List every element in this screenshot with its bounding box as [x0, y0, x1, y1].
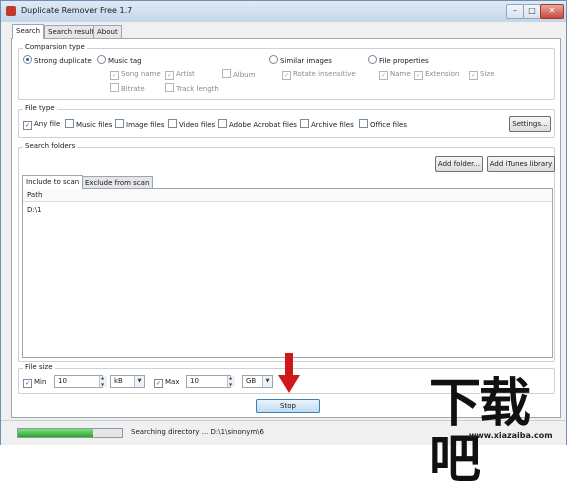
add-itunes-library-button[interactable]: Add iTunes library	[487, 156, 555, 172]
bitrate-checkbox[interactable]: Bitrate	[110, 83, 145, 93]
any-file-checkbox[interactable]: ✓ Any file	[23, 119, 60, 130]
search-folders-title: Search folders	[23, 142, 78, 150]
adobe-acrobat-files-checkbox[interactable]: Adobe Acrobat files	[218, 119, 297, 129]
archive-files-checkbox[interactable]: Archive files	[300, 119, 354, 129]
video-files-checkbox[interactable]: Video files	[168, 119, 215, 129]
max-size-input[interactable]: 10	[186, 375, 231, 388]
tab-search[interactable]: Search	[12, 24, 45, 39]
progress-fill	[18, 429, 93, 437]
app-icon	[6, 6, 16, 16]
radio-selected-icon	[23, 55, 32, 64]
file-size-title: File size	[23, 363, 55, 371]
extension-checkbox[interactable]: ✓ Extension	[414, 69, 459, 80]
chevron-down-icon: ▼	[262, 376, 272, 387]
radio-icon	[269, 55, 278, 64]
checkbox-icon	[359, 119, 368, 128]
checkbox-icon	[165, 83, 174, 92]
min-unit-select[interactable]: kB ▼	[110, 375, 145, 388]
check-icon: ✓	[379, 71, 388, 80]
list-item[interactable]: D:\1	[27, 206, 42, 214]
office-files-checkbox[interactable]: Office files	[359, 119, 407, 129]
check-icon: ✓	[414, 71, 423, 80]
radio-icon	[97, 55, 106, 64]
checkbox-icon	[218, 119, 227, 128]
max-size-checkbox[interactable]: ✓ Max	[154, 377, 179, 388]
track-length-checkbox[interactable]: Track length	[165, 83, 219, 93]
min-size-spinner-icon[interactable]	[99, 375, 107, 387]
maximize-button[interactable]: □	[523, 4, 541, 19]
close-button[interactable]: ✕	[540, 4, 564, 19]
similar-images-radio[interactable]: Similar images	[269, 55, 332, 65]
add-folder-button[interactable]: Add folder...	[435, 156, 483, 172]
progress-bar	[17, 428, 123, 438]
check-icon: ✓	[165, 71, 174, 80]
file-properties-radio[interactable]: File properties	[368, 55, 429, 65]
tab-search-result[interactable]: Search result	[44, 25, 99, 38]
artist-checkbox[interactable]: ✓ Artist	[165, 69, 195, 80]
radio-icon	[368, 55, 377, 64]
check-icon: ✓	[23, 121, 32, 130]
check-icon: ✓	[469, 71, 478, 80]
song-name-checkbox[interactable]: ✓ Song name	[110, 69, 161, 80]
stop-button[interactable]: Stop	[256, 399, 320, 413]
min-size-checkbox[interactable]: ✓ Min	[23, 377, 46, 388]
checkbox-icon	[300, 119, 309, 128]
comparison-type-title: Comparsion type	[23, 43, 87, 51]
tab-about[interactable]: About	[93, 25, 122, 38]
watermark-logo: 下载吧 www.xiazaiba.com	[429, 376, 564, 488]
red-arrow-icon	[278, 353, 300, 393]
image-files-checkbox[interactable]: Image files	[115, 119, 164, 129]
window-title: Duplicate Remover Free 1.7	[21, 6, 133, 15]
check-icon: ✓	[110, 71, 119, 80]
comparison-type-group: Comparsion type Strong duplicate Music t…	[18, 43, 555, 100]
name-checkbox[interactable]: ✓ Name	[379, 69, 411, 80]
watermark-url: www.xiazaiba.com	[469, 431, 553, 440]
checkbox-icon	[168, 119, 177, 128]
checkbox-icon	[110, 83, 119, 92]
check-icon: ✓	[23, 379, 32, 388]
checkbox-icon	[115, 119, 124, 128]
tab-include-to-scan[interactable]: Include to scan	[22, 175, 84, 189]
chevron-down-icon: ▼	[134, 376, 144, 387]
max-unit-select[interactable]: GB ▼	[242, 375, 273, 388]
checkbox-icon	[222, 69, 231, 78]
title-bar: Duplicate Remover Free 1.7 – □ ✕	[1, 1, 566, 22]
file-type-title: File type	[23, 104, 57, 112]
file-type-group: File type ✓ Any file Music files Image fi…	[18, 104, 555, 138]
check-icon: ✓	[282, 71, 291, 80]
size-checkbox[interactable]: ✓ Size	[469, 69, 494, 80]
max-size-spinner-icon[interactable]	[227, 375, 235, 387]
rotate-insensitive-checkbox[interactable]: ✓ Rotate insensitive	[282, 69, 356, 80]
music-files-checkbox[interactable]: Music files	[65, 119, 112, 129]
status-text: Searching directory ... D:\1\sinonym\6	[131, 428, 264, 436]
strong-duplicate-radio[interactable]: Strong duplicate	[23, 55, 92, 65]
path-column-header[interactable]: Path	[27, 191, 42, 199]
minimize-button[interactable]: –	[506, 4, 524, 19]
check-icon: ✓	[154, 379, 163, 388]
search-folders-group: Search folders Add folder... Add iTunes …	[18, 142, 555, 362]
app-window: Duplicate Remover Free 1.7 – □ ✕ Search …	[0, 0, 567, 488]
settings-button[interactable]: Settings...	[509, 116, 551, 132]
list-header: Path	[23, 189, 552, 202]
album-checkbox[interactable]: Album	[222, 69, 255, 79]
checkbox-icon	[65, 119, 74, 128]
music-tag-radio[interactable]: Music tag	[97, 55, 142, 65]
folder-list[interactable]: Path D:\1	[22, 188, 553, 358]
min-size-input[interactable]: 10	[54, 375, 103, 388]
